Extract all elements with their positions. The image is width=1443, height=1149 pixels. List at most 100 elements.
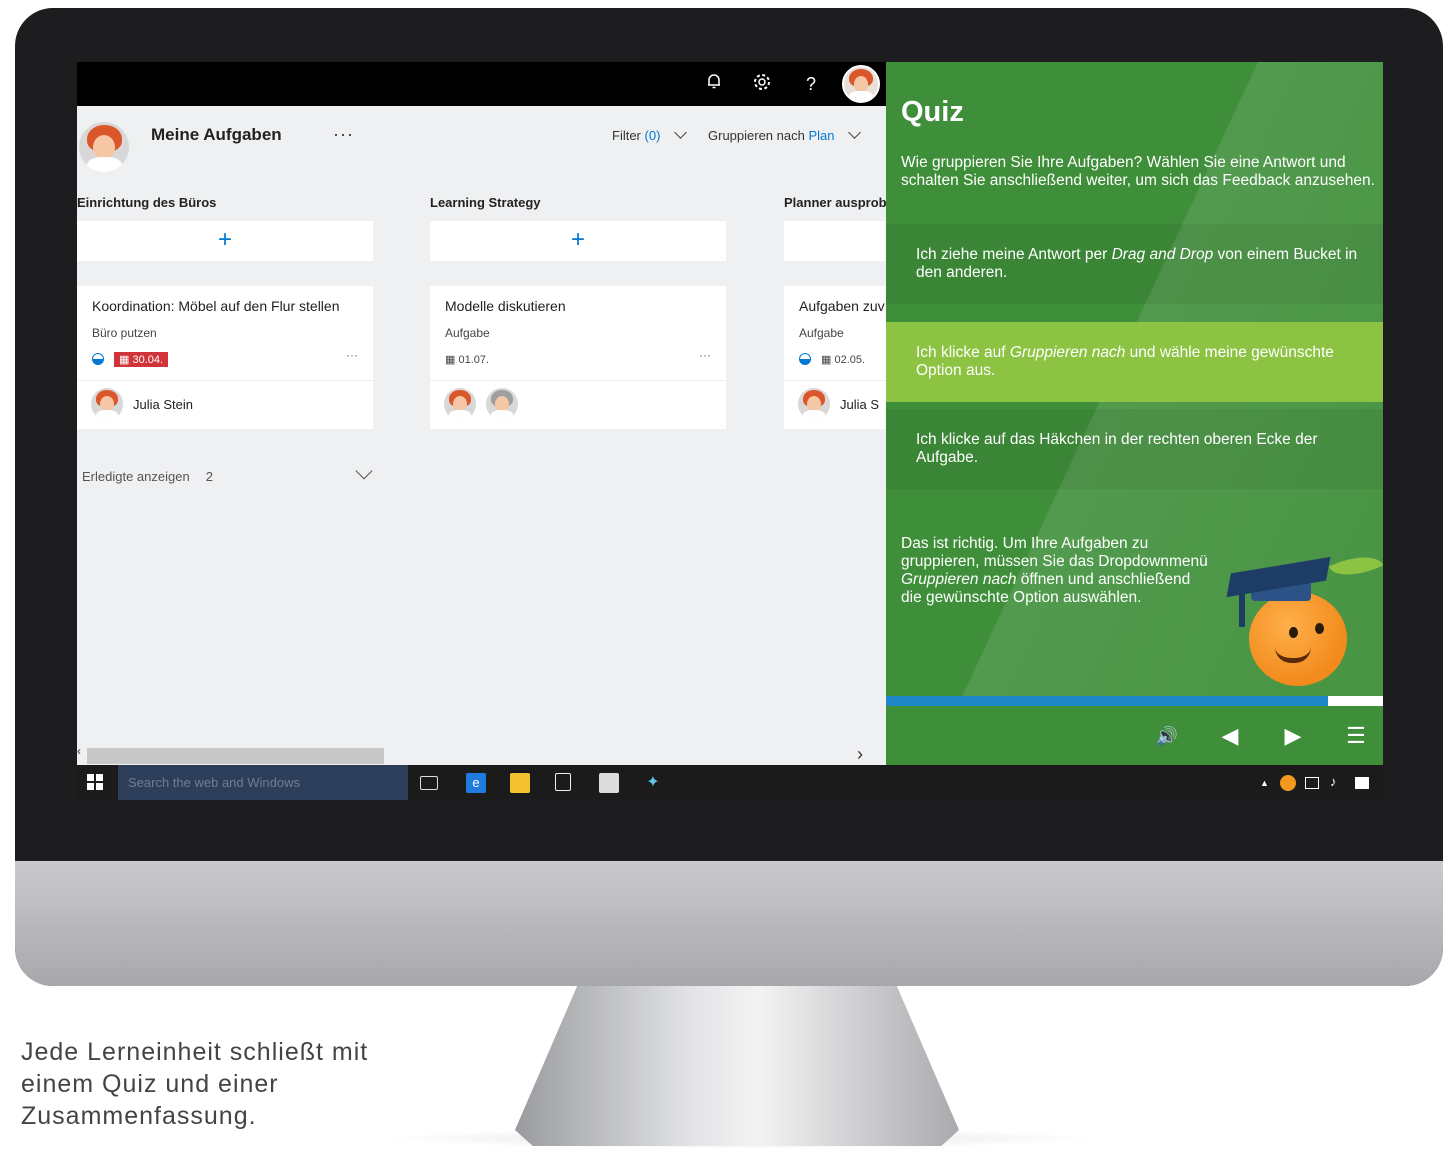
assignee: Julia S — [798, 388, 879, 420]
mascot-tassel — [1239, 587, 1245, 627]
group-value: Plan — [808, 128, 835, 143]
task-card[interactable]: Koordination: Möbel auf den Flur stellen… — [77, 286, 373, 429]
menu-icon[interactable]: ☰ — [1342, 722, 1370, 750]
group-label: Gruppieren nach — [708, 128, 805, 143]
option-text-emphasis: Gruppieren nach — [1009, 344, 1126, 361]
option-text-part: Ich klicke auf das Häkchen in der rechte… — [916, 431, 1318, 466]
filter-label: Filter — [612, 128, 641, 143]
store-icon[interactable] — [555, 773, 571, 791]
task-title: Aufgaben zuv — [799, 298, 885, 314]
option-text: Ich klicke auf Gruppieren nach und wähle… — [916, 344, 1368, 380]
horizontal-scrollbar[interactable] — [87, 748, 384, 764]
card-more-button[interactable]: ··· — [346, 348, 358, 362]
add-task-button[interactable]: + — [430, 221, 726, 261]
quiz-option[interactable]: Ich klicke auf das Häkchen in der rechte… — [886, 409, 1383, 489]
add-task-button[interactable]: + — [77, 221, 373, 261]
user-avatar[interactable] — [842, 65, 880, 103]
progress-fill — [886, 696, 1329, 706]
profile-avatar — [79, 122, 129, 172]
quiz-feedback: Das ist richtig. Um Ihre Aufgaben zu gru… — [901, 535, 1211, 607]
option-text: Ich klicke auf das Häkchen in der rechte… — [916, 431, 1368, 467]
due-date-badge: ▦ 30.04. — [114, 351, 169, 367]
task-card[interactable]: Modelle diskutieren Aufgabe ▦ 01.07. ··· — [430, 286, 726, 429]
stage: ? Meine Aufgaben ··· Filter (0) Gruppier… — [0, 0, 1443, 1149]
quiz-option-selected[interactable]: Ich klicke auf Gruppieren nach und wähle… — [886, 322, 1383, 402]
bell-icon[interactable] — [702, 72, 726, 96]
next-icon[interactable]: ▶ — [1279, 722, 1307, 750]
task-card[interactable]: Aufgaben zuv Aufgabe ▦ 02.05. Julia S — [784, 286, 886, 429]
help-icon[interactable]: ? — [799, 72, 823, 96]
option-text: Ich ziehe meine Antwort per Drag and Dro… — [916, 246, 1368, 282]
screen: ? Meine Aufgaben ··· Filter (0) Gruppier… — [77, 62, 1383, 800]
feedback-text-emphasis: Gruppieren nach — [901, 571, 1017, 588]
volume-icon[interactable]: ♪ — [1330, 774, 1337, 789]
group-by-dropdown[interactable]: Gruppieren nach Plan — [708, 126, 861, 143]
quiz-title: Quiz — [901, 96, 964, 128]
mascot-leaf — [1328, 545, 1383, 587]
task-title: Modelle diskutieren — [445, 298, 566, 314]
show-completed-link[interactable]: Erledigte anzeigen 2 — [82, 469, 213, 484]
assignee-avatar — [486, 388, 518, 420]
taskbar-search-input[interactable]: Search the web and Windows — [118, 765, 408, 800]
task-label: Aufgabe — [799, 326, 844, 340]
due-date: 01.07. — [458, 353, 490, 366]
mascot-icon[interactable] — [1280, 775, 1296, 791]
windows-start-icon[interactable] — [87, 774, 103, 790]
edge-icon[interactable]: e — [466, 773, 486, 793]
monitor-stand — [515, 986, 959, 1146]
option-text-emphasis: Drag and Drop — [1111, 246, 1214, 263]
progress-half-icon — [92, 353, 104, 365]
due-date: 30.04. — [132, 353, 164, 366]
chevron-down-icon[interactable] — [355, 462, 373, 480]
task-meta: ▦ 02.05. — [799, 350, 865, 368]
more-options-button[interactable]: ··· — [333, 124, 354, 145]
add-task-button[interactable] — [784, 221, 886, 261]
due-date-badge: ▦ 02.05. — [821, 353, 866, 366]
assignee-avatar — [444, 388, 476, 420]
filter-count: (0) — [644, 128, 661, 143]
divider — [784, 380, 886, 381]
windows-taskbar: Search the web and Windows e ✦ ▲ ♪ — [77, 765, 1383, 800]
due-date-badge: ▦ 01.07. — [445, 353, 490, 366]
quiz-option[interactable]: Ich ziehe meine Antwort per Drag and Dro… — [886, 224, 1383, 304]
network-icon[interactable] — [1305, 777, 1319, 789]
news-icon[interactable] — [599, 773, 619, 793]
assignee — [444, 388, 518, 420]
bucket-title: Learning Strategy — [430, 195, 541, 210]
bucket-title: Planner ausprob — [784, 195, 886, 210]
volume-icon[interactable]: 🔊 — [1153, 722, 1181, 750]
task-meta: ▦ 30.04. — [92, 350, 169, 368]
scroll-left-arrow[interactable]: ‹ — [77, 744, 81, 758]
planner-topbar: ? — [77, 62, 886, 106]
filter-dropdown[interactable]: Filter (0) — [612, 126, 687, 143]
quiz-panel: Quiz Wie gruppieren Sie Ihre Aufgaben? W… — [886, 62, 1383, 765]
mascot-illustration — [1226, 545, 1383, 697]
caption: Jede Lerneinheit schließt mit einem Quiz… — [21, 1038, 369, 1130]
assignee: Julia Stein — [91, 388, 193, 420]
assignee-name: Julia Stein — [133, 396, 193, 412]
task-view-icon[interactable] — [420, 776, 438, 790]
bucket-title: Einrichtung des Büros — [77, 195, 217, 210]
scroll-right-arrow[interactable]: › — [857, 744, 863, 765]
gear-icon[interactable] — [750, 72, 774, 96]
due-date: 02.05. — [834, 353, 866, 366]
option-text-part: Ich ziehe meine Antwort per — [916, 246, 1112, 263]
player-controls: 🔊 ◀ ▶ ☰ — [886, 706, 1383, 765]
divider — [77, 380, 373, 381]
file-explorer-icon[interactable] — [510, 773, 530, 793]
app-icon[interactable]: ✦ — [643, 773, 663, 793]
notification-icon[interactable] — [1355, 777, 1369, 789]
option-text-part: Ich klicke auf — [916, 344, 1010, 361]
chevron-up-icon[interactable]: ▲ — [1260, 778, 1269, 788]
mascot-body — [1249, 592, 1347, 686]
task-meta: ▦ 01.07. — [445, 350, 489, 368]
previous-icon[interactable]: ◀ — [1216, 722, 1244, 750]
mascot-eye — [1289, 627, 1298, 638]
divider — [430, 380, 726, 381]
progress-half-icon — [799, 353, 811, 365]
card-more-button[interactable]: ··· — [699, 348, 711, 362]
monitor-chin — [15, 861, 1443, 986]
assignee-name: Julia S — [840, 396, 880, 412]
assignee-avatar — [91, 388, 123, 420]
feedback-text-part: Das ist richtig. Um Ihre Aufgaben zu gru… — [901, 535, 1208, 570]
